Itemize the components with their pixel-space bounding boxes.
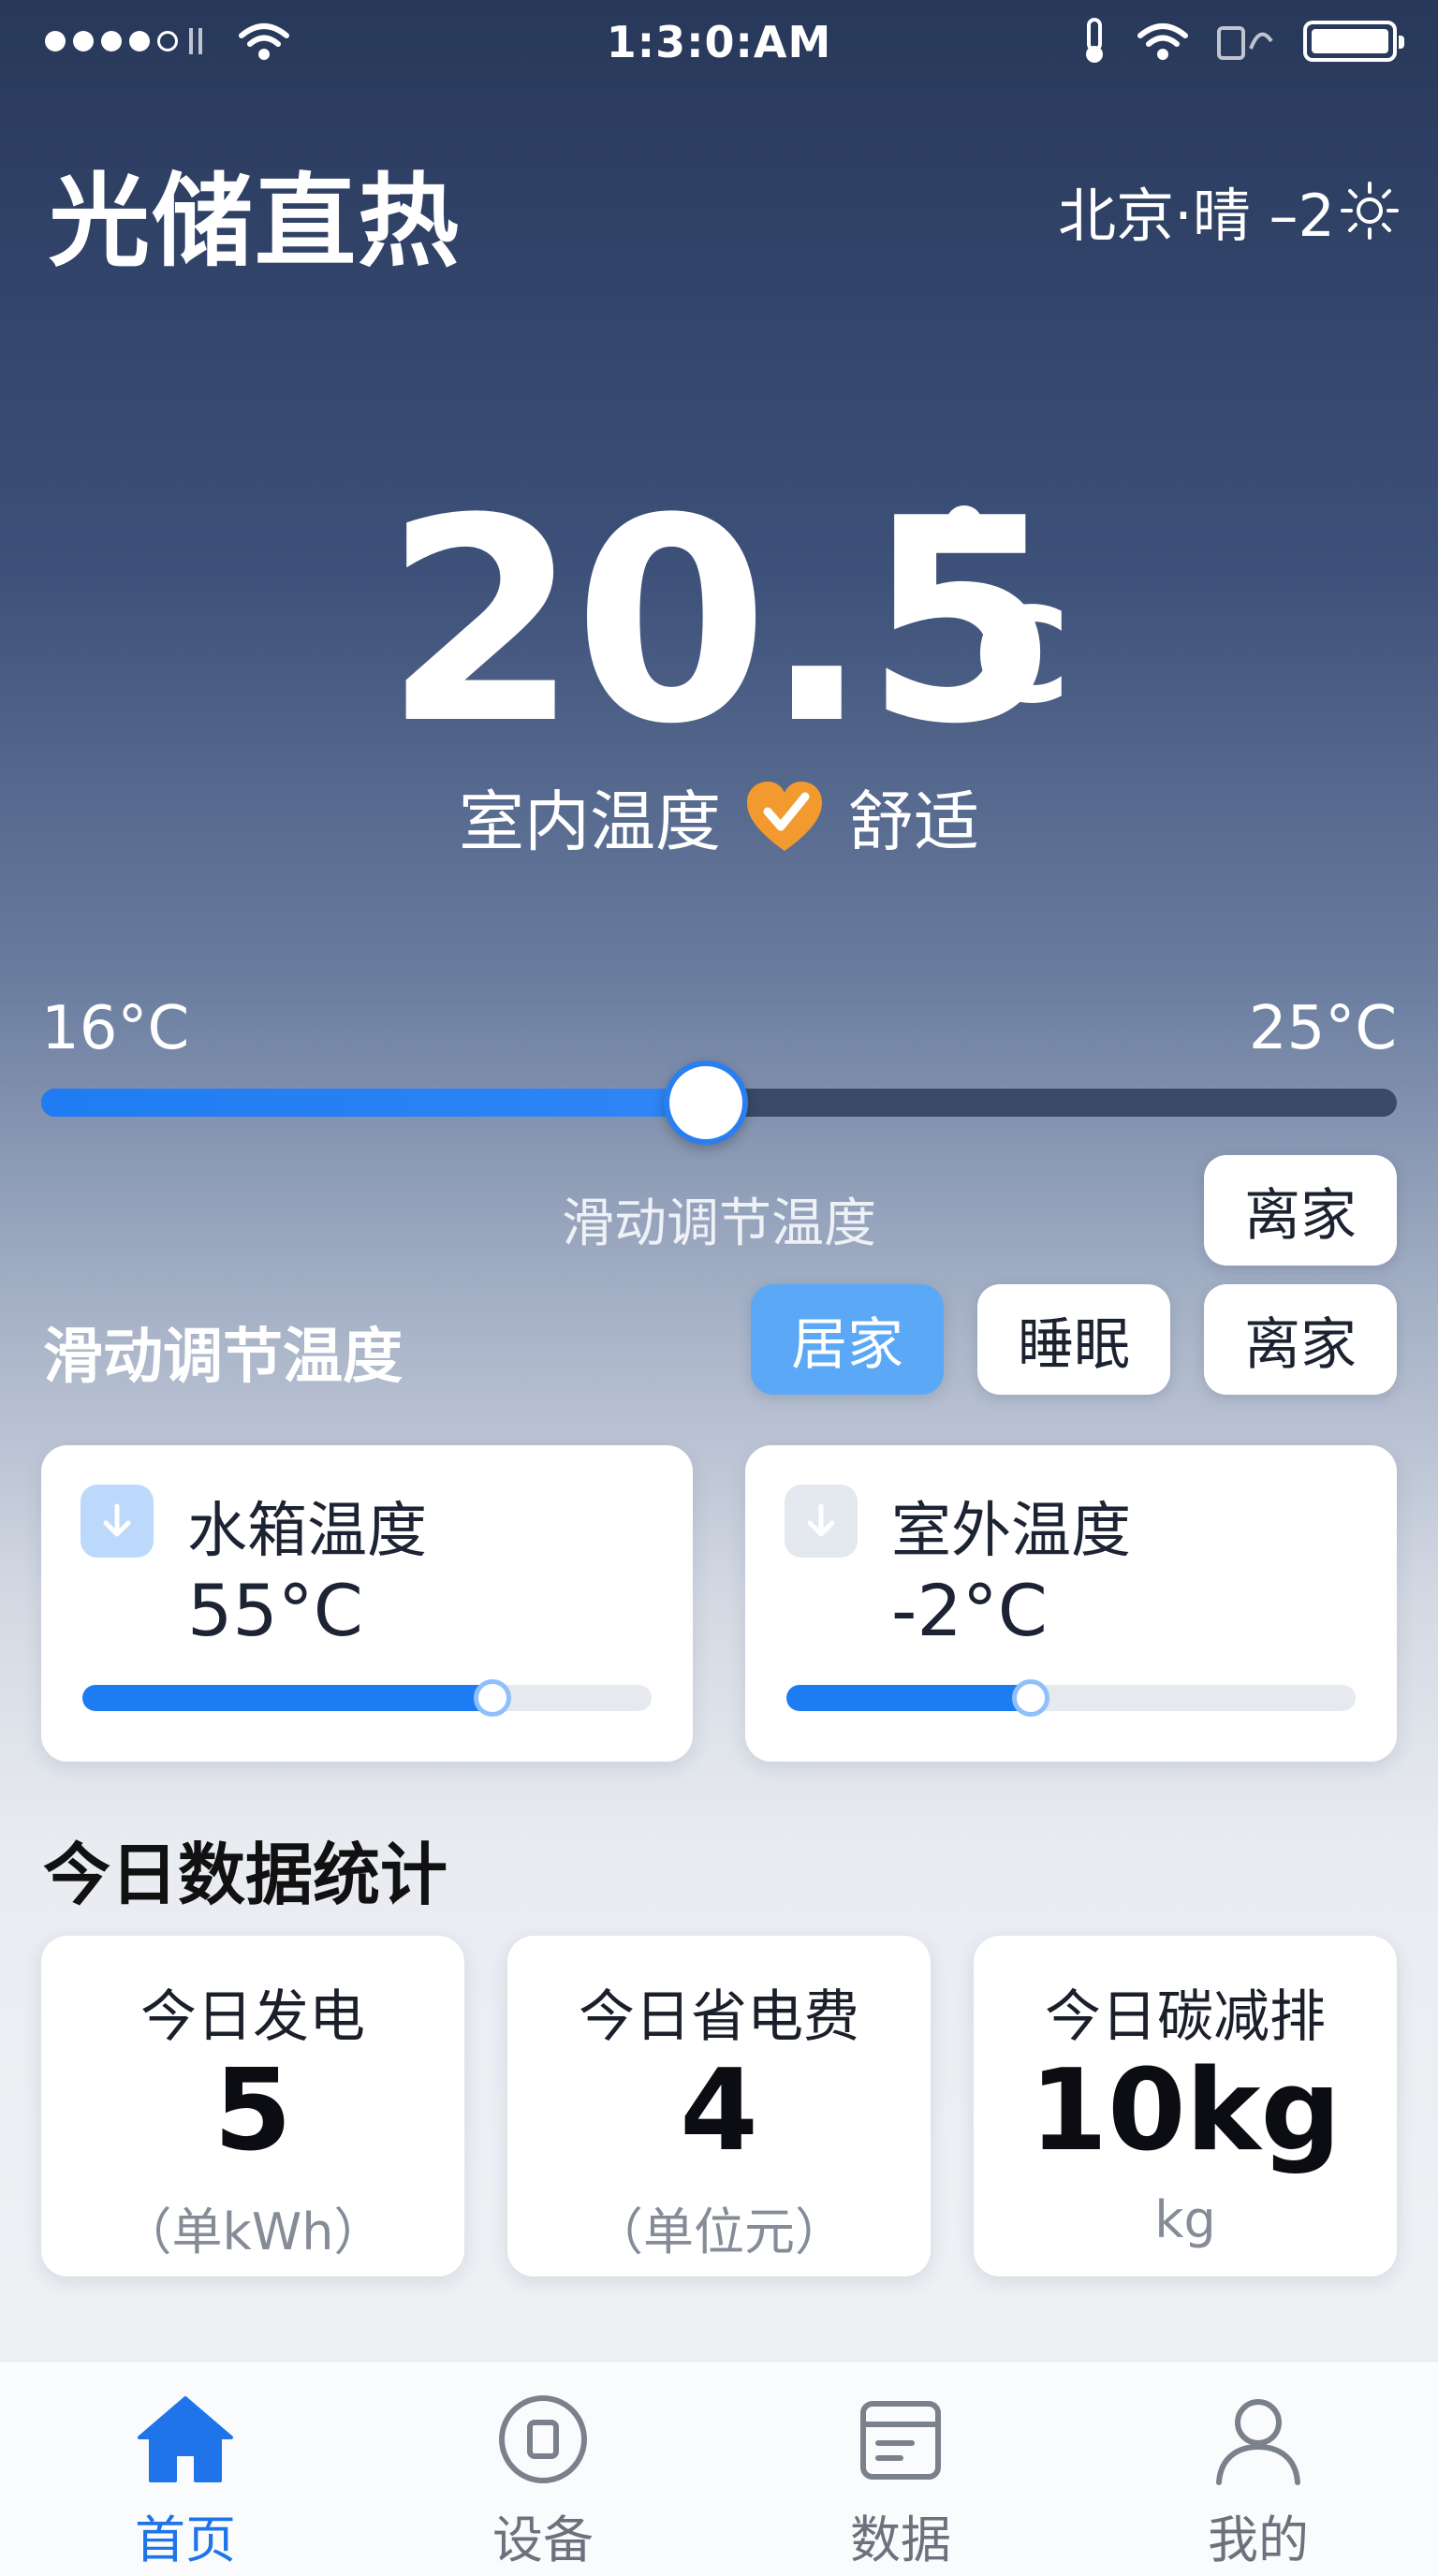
outdoor-temp-card[interactable]: 室外温度 -2°C <box>745 1445 1397 1762</box>
outdoor-temp-fill <box>786 1685 1032 1711</box>
indoor-temp-label: 室内温度 <box>459 783 721 860</box>
stat-unit: （单kWh） <box>121 2203 385 2261</box>
tank-temp-value: 55°C <box>187 1569 363 1652</box>
away-chip-floating[interactable]: 离家 <box>1204 1155 1397 1266</box>
tab-data[interactable]: 数据 <box>798 2388 1004 2572</box>
app-title: 光储直热 <box>49 164 462 281</box>
outdoor-temp-thumb <box>1012 1679 1050 1717</box>
home-icon <box>129 2388 242 2491</box>
device-icon <box>487 2388 599 2491</box>
tab-device[interactable]: 设备 <box>440 2388 646 2572</box>
outdoor-temp-value: -2°C <box>891 1569 1048 1652</box>
stat-card-generation[interactable]: 今日发电 5 （单kWh） <box>41 1936 464 2276</box>
tank-temp-fill <box>82 1685 492 1711</box>
stat-unit: （单位元） <box>593 2203 845 2261</box>
status-bar: 1:3:0:AM <box>0 0 1438 84</box>
comfort-row: 室内温度 舒适 <box>0 769 1438 864</box>
temperature-slider[interactable] <box>41 1061 1397 1145</box>
arrow-down-icon <box>81 1485 154 1558</box>
tank-temp-title: 水箱温度 <box>187 1497 427 1566</box>
tab-home[interactable]: 首页 <box>82 2388 288 2572</box>
temp-unit: C <box>974 580 1070 733</box>
slider-thumb[interactable] <box>663 1061 748 1145</box>
profile-icon <box>1202 2388 1314 2491</box>
mode-home-button[interactable]: 居家 <box>751 1284 944 1395</box>
thermometer-icon <box>1086 18 1103 63</box>
stat-value: 4 <box>680 2046 758 2176</box>
stats-title: 今日数据统计 <box>43 1836 448 1914</box>
stat-label: 今日发电 <box>140 1984 365 2050</box>
mode-section-label: 滑动调节温度 <box>43 1323 403 1392</box>
outdoor-temp-title: 室外温度 <box>891 1497 1131 1566</box>
tank-temp-thumb <box>473 1679 511 1717</box>
comfort-status: 舒适 <box>848 783 979 860</box>
weather-text: 北京·晴 –2 <box>1058 182 1335 250</box>
tab-profile[interactable]: 我的 <box>1155 2388 1361 2572</box>
stat-value: 10kg <box>1029 2046 1342 2176</box>
tank-temp-card[interactable]: 水箱温度 55°C <box>41 1445 693 1762</box>
battery-icon <box>1303 21 1404 62</box>
sun-icon <box>1341 182 1399 240</box>
stat-card-carbon[interactable]: 今日碳减排 10kg kg <box>974 1936 1397 2276</box>
tab-label: 我的 <box>1208 2510 1309 2569</box>
tab-label: 首页 <box>135 2510 236 2569</box>
stat-unit: kg <box>1154 2190 1216 2249</box>
tab-bar: 首页 设备 数据 我的 <box>0 2361 1438 2576</box>
wifi-icon <box>1137 23 1188 60</box>
slider-max-label: 25°C <box>1248 994 1397 1063</box>
stat-label: 今日省电费 <box>579 1984 859 2050</box>
device-link-icon <box>1217 26 1273 60</box>
data-icon <box>844 2388 957 2491</box>
indoor-temperature: 20.5 ° C <box>0 459 1438 785</box>
mode-sleep-button[interactable]: 睡眠 <box>977 1284 1170 1395</box>
mode-away-button[interactable]: 离家 <box>1204 1284 1397 1395</box>
weather-info[interactable]: 北京·晴 –2 <box>1058 168 1401 253</box>
tank-temp-bar <box>82 1679 652 1717</box>
arrow-down-icon <box>785 1485 858 1558</box>
heart-check-icon <box>747 781 822 851</box>
stat-card-savings[interactable]: 今日省电费 4 （单位元） <box>507 1936 931 2276</box>
stat-value: 5 <box>213 2046 292 2176</box>
slider-fill <box>41 1089 706 1117</box>
slider-min-label: 16°C <box>41 994 190 1063</box>
tab-label: 数据 <box>850 2510 951 2569</box>
tab-label: 设备 <box>492 2510 594 2569</box>
outdoor-temp-bar <box>786 1679 1356 1717</box>
stat-label: 今日碳减排 <box>1045 1984 1326 2050</box>
